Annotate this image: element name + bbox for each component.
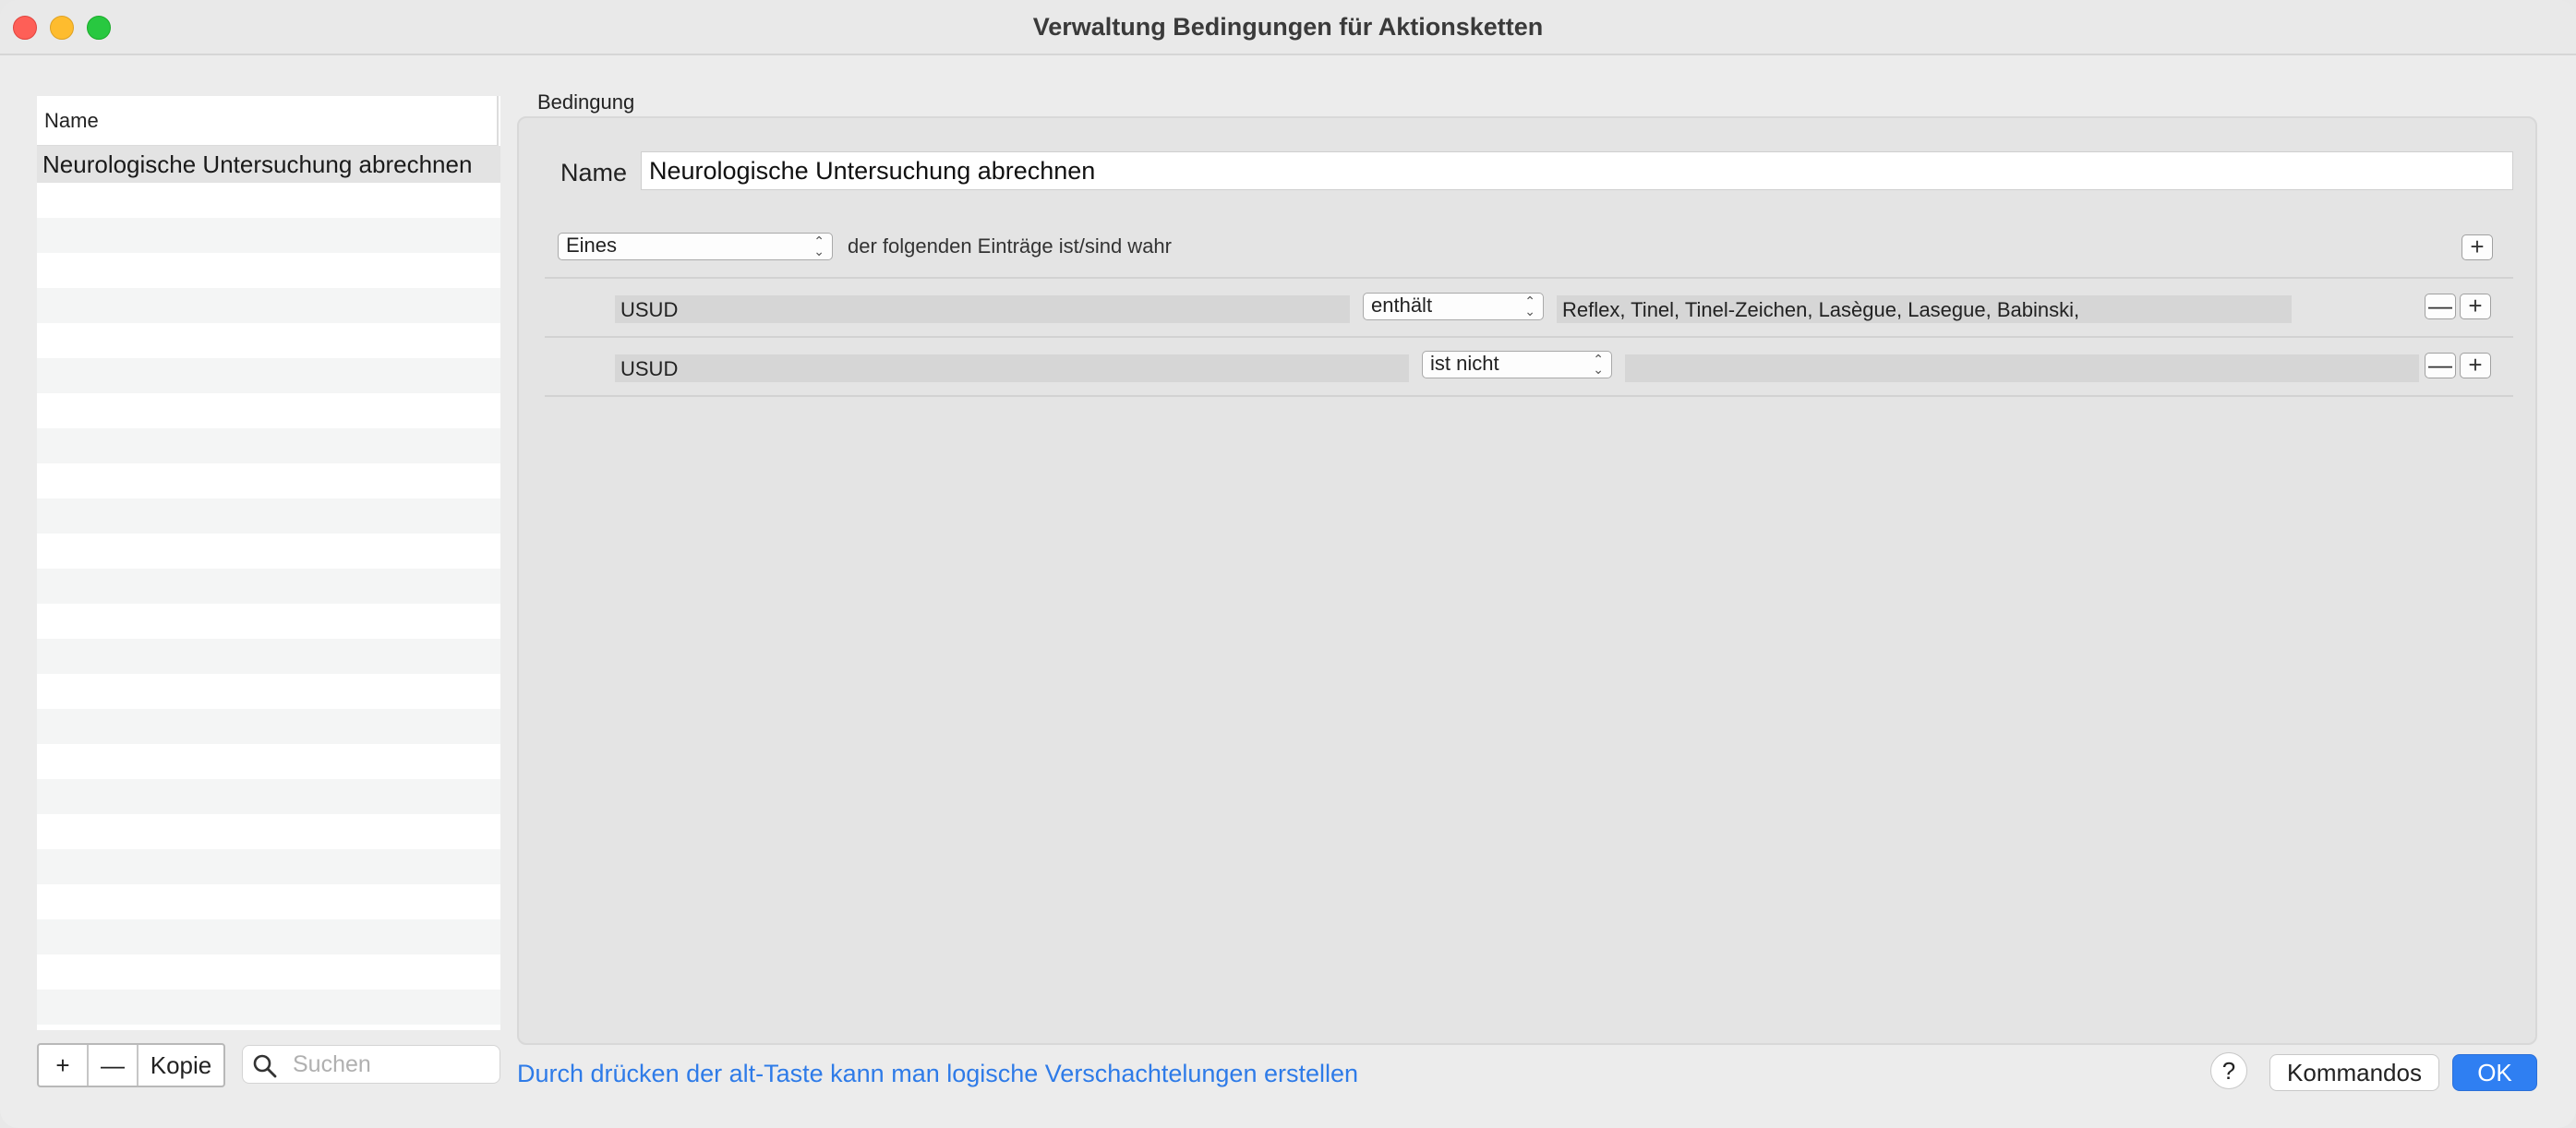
help-button[interactable]: ? bbox=[2210, 1052, 2247, 1089]
list-item bbox=[37, 954, 500, 990]
list-item bbox=[37, 1025, 500, 1030]
rules-divider bbox=[545, 395, 2513, 397]
list-item bbox=[37, 534, 500, 569]
rule-operator-popup[interactable]: enthält ⌃ ⌄ bbox=[1363, 293, 1544, 320]
list-item-selected[interactable]: Neurologische Untersuchung abrechnen bbox=[37, 146, 500, 183]
copy-condition-button[interactable]: Kopie bbox=[138, 1045, 223, 1086]
match-description: der folgenden Einträge ist/sind wahr bbox=[848, 234, 1172, 258]
add-rule-button[interactable]: + bbox=[2460, 353, 2491, 378]
list-button-group: + — Kopie bbox=[37, 1043, 225, 1087]
match-mode-popup[interactable]: Eines ⌃ ⌄ bbox=[558, 233, 833, 260]
list-rows: Neurologische Untersuchung abrechnen bbox=[37, 146, 500, 1030]
list-item bbox=[37, 709, 500, 744]
list-item bbox=[37, 779, 500, 814]
list-item bbox=[37, 884, 500, 919]
chevron-updown-icon: ⌃ ⌄ bbox=[1524, 294, 1535, 318]
list-item bbox=[37, 218, 500, 253]
list-item bbox=[37, 463, 500, 498]
rule-operator-popup[interactable]: ist nicht ⌃ ⌄ bbox=[1422, 351, 1612, 378]
rule-operator-value: ist nicht bbox=[1430, 352, 1499, 375]
list-item bbox=[37, 358, 500, 393]
rules-divider bbox=[545, 336, 2513, 338]
list-item bbox=[37, 814, 500, 849]
list-item bbox=[37, 428, 500, 463]
add-condition-button[interactable]: + bbox=[39, 1045, 89, 1086]
list-item bbox=[37, 569, 500, 604]
rule-value-field[interactable] bbox=[1625, 354, 2419, 382]
nesting-hint: Durch drücken der alt-Taste kann man log… bbox=[517, 1060, 1359, 1087]
ok-button[interactable]: OK bbox=[2452, 1054, 2537, 1091]
remove-rule-button[interactable]: — bbox=[2425, 294, 2456, 319]
chevron-updown-icon: ⌃ ⌄ bbox=[1593, 352, 1604, 377]
rules-divider bbox=[545, 277, 2513, 279]
add-rule-button[interactable]: + bbox=[2462, 234, 2493, 260]
list-item bbox=[37, 323, 500, 358]
list-item bbox=[37, 990, 500, 1025]
match-mode-value: Eines bbox=[566, 234, 618, 257]
rule-operator-value: enthält bbox=[1371, 294, 1433, 317]
rule-value-field[interactable]: Reflex, Tinel, Tinel-Zeichen, Lasègue, L… bbox=[1557, 295, 2292, 323]
list-item bbox=[37, 849, 500, 884]
name-label: Name bbox=[560, 159, 628, 186]
list-item bbox=[37, 639, 500, 674]
window-title: Verwaltung Bedingungen für Aktionsketten bbox=[1032, 13, 1544, 41]
condition-group-label: Bedingung bbox=[537, 90, 635, 114]
kommandos-button[interactable]: Kommandos bbox=[2269, 1054, 2439, 1091]
conditions-list[interactable]: Name Neurologische Untersuchung abrechne… bbox=[37, 96, 500, 1030]
list-item bbox=[37, 674, 500, 709]
list-item bbox=[37, 183, 500, 218]
rule-field[interactable]: USUD bbox=[615, 295, 1350, 323]
list-item bbox=[37, 604, 500, 639]
list-item bbox=[37, 393, 500, 428]
list-item bbox=[37, 498, 500, 534]
dialog-window: Verwaltung Bedingungen für Aktionsketten… bbox=[0, 0, 2576, 1128]
remove-rule-button[interactable]: — bbox=[2425, 353, 2456, 378]
chevron-updown-icon: ⌃ ⌄ bbox=[813, 234, 825, 258]
list-item bbox=[37, 919, 500, 954]
search-icon bbox=[252, 1053, 278, 1084]
list-item bbox=[37, 288, 500, 323]
list-item bbox=[37, 744, 500, 779]
rule-field[interactable]: USUD bbox=[615, 354, 1409, 382]
remove-condition-button[interactable]: — bbox=[89, 1045, 138, 1086]
search-placeholder: Suchen bbox=[293, 1051, 371, 1077]
name-input[interactable]: Neurologische Untersuchung abrechnen bbox=[641, 151, 2513, 190]
add-rule-button[interactable]: + bbox=[2460, 294, 2491, 319]
search-field[interactable]: Suchen bbox=[242, 1045, 500, 1084]
list-column-header-name[interactable]: Name bbox=[37, 96, 499, 146]
list-item bbox=[37, 253, 500, 288]
list-controls: + — Kopie bbox=[37, 1043, 225, 1087]
title-bar: Verwaltung Bedingungen für Aktionsketten bbox=[0, 0, 2576, 55]
